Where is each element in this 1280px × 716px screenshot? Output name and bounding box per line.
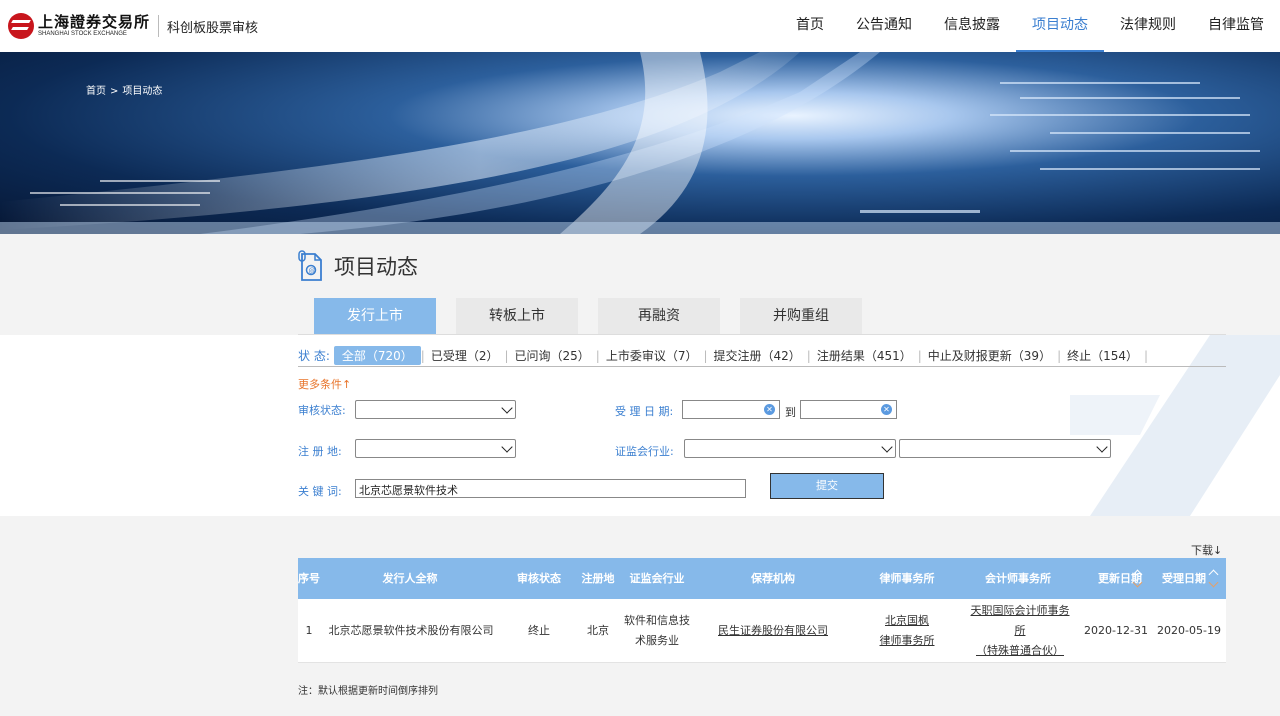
- status-all[interactable]: 全部（720）: [333, 346, 421, 365]
- logo-divider: [158, 15, 160, 37]
- tab-refinancing[interactable]: 再融资: [598, 298, 720, 335]
- th-place: 注册地: [581, 572, 615, 585]
- more-conditions-toggle[interactable]: 更多条件↑: [298, 376, 351, 392]
- logo-cn: 上海證券交易所: [38, 13, 151, 31]
- submit-button[interactable]: 提交: [770, 473, 884, 499]
- breadcrumb: 首页 > 项目动态: [86, 82, 166, 97]
- th-sponsor: 保荐机构: [751, 572, 795, 585]
- th-industry: 证监会行业: [629, 572, 685, 585]
- page-title: 项目动态: [334, 255, 418, 279]
- review-status-select[interactable]: [355, 400, 516, 419]
- keyword-input[interactable]: 北京芯愿景软件技术: [355, 479, 746, 498]
- cell-updated: 2020-12-31: [1084, 624, 1148, 637]
- review-status-label: 审核状态:: [298, 404, 346, 417]
- th-index: 序号: [298, 572, 320, 585]
- clear-icon[interactable]: ✕: [881, 404, 892, 415]
- tab-ipo[interactable]: 发行上市: [314, 298, 436, 335]
- csrc-industry-select[interactable]: [684, 439, 896, 458]
- breadcrumb-current: 项目动态: [122, 86, 163, 97]
- cell-issuer: 北京芯愿景软件技术股份有限公司: [328, 624, 494, 637]
- nav-disclosure[interactable]: 信息披露: [928, 0, 1016, 52]
- status-filter-row: 状 态: 全部（720） | 已受理（2） | 已问询（25） | 上市委审议（…: [298, 346, 1148, 365]
- accounting-firm-link[interactable]: 所: [1015, 621, 1026, 641]
- sse-logo[interactable]: 上海證券交易所 SHANGHAI STOCK EXCHANGE 科创板股票审核: [8, 12, 258, 40]
- tab-board-transfer[interactable]: 转板上市: [456, 298, 578, 335]
- table-header: 序号 发行人全称 审核状态 注册地 证监会行业 保荐机构 律师事务所 会计师事务…: [298, 558, 1226, 599]
- breadcrumb-separator: >: [110, 86, 119, 97]
- csrc-industry-label: 证监会行业:: [615, 445, 674, 458]
- nav-rules[interactable]: 法律规则: [1104, 0, 1192, 52]
- table-row: 1 北京芯愿景软件技术股份有限公司 终止 北京 软件和信息技 术服务业 民生证券…: [298, 599, 1226, 663]
- top-header: 上海證券交易所 SHANGHAI STOCK EXCHANGE 科创板股票审核 …: [0, 0, 1280, 52]
- th-law-firm: 律师事务所: [879, 572, 935, 585]
- status-underline: [298, 366, 1226, 367]
- breadcrumb-home[interactable]: 首页: [86, 86, 106, 97]
- chevron-down-icon: [1096, 441, 1108, 453]
- cell-industry-line: 术服务业: [635, 634, 679, 647]
- law-firm-link[interactable]: 律师事务所: [880, 631, 935, 651]
- date-to-label: 到: [785, 406, 796, 419]
- accept-date-end[interactable]: ✕: [800, 400, 897, 419]
- document-icon: @: [298, 250, 322, 281]
- cell-law-firm: 北京国枫 律师事务所: [868, 599, 946, 663]
- nav-self-regulation[interactable]: 自律监管: [1192, 0, 1280, 52]
- page-title-row: @ 项目动态: [298, 250, 418, 282]
- nav-project-updates[interactable]: 项目动态: [1016, 0, 1104, 52]
- chevron-down-icon: [501, 441, 513, 453]
- reg-place-select[interactable]: [355, 439, 516, 458]
- cell-industry-line: 软件和信息技: [624, 614, 690, 627]
- nav-home[interactable]: 首页: [780, 0, 840, 52]
- status-listing-committee[interactable]: 上市委审议（7）: [600, 347, 704, 364]
- category-tabs: 发行上市 转板上市 再融资 并购重组: [314, 298, 882, 335]
- tab-mergers[interactable]: 并购重组: [740, 298, 862, 335]
- sponsor-link[interactable]: 民生证券股份有限公司: [718, 621, 828, 641]
- accept-date-label: 受 理 日 期:: [615, 405, 674, 418]
- main-nav: 首页 公告通知 信息披露 项目动态 法律规则 自律监管: [780, 0, 1280, 52]
- reg-place-label: 注 册 地:: [298, 445, 342, 458]
- accounting-firm-link[interactable]: （特殊普通合伙）: [976, 641, 1064, 661]
- cell-industry: 软件和信息技 术服务业: [618, 599, 696, 663]
- law-firm-link[interactable]: 北京国枫: [885, 611, 929, 631]
- sort-icon[interactable]: [1208, 568, 1218, 588]
- cell-status: 终止: [528, 624, 550, 637]
- th-issuer: 发行人全称: [382, 572, 438, 585]
- th-accepted-label: 受理日期: [1162, 572, 1206, 585]
- status-inquired[interactable]: 已问询（25）: [509, 347, 596, 364]
- chevron-down-icon: [501, 402, 513, 414]
- sort-icon[interactable]: [1132, 568, 1142, 588]
- hero-banner: 首页 > 项目动态: [0, 52, 1280, 234]
- status-label: 状 态:: [298, 349, 330, 363]
- th-accounting-firm: 会计师事务所: [985, 572, 1051, 585]
- status-separator: |: [1144, 348, 1149, 363]
- status-terminated[interactable]: 终止（154）: [1061, 347, 1144, 364]
- cell-sponsor: 民生证券股份有限公司: [698, 599, 848, 663]
- sse-logo-icon: [8, 13, 34, 39]
- status-suspended[interactable]: 中止及财报更新（39）: [922, 347, 1057, 364]
- table-note: 注：默认根据更新时间倒序排列: [298, 686, 438, 697]
- keyword-label: 关 键 词:: [298, 485, 342, 498]
- logo-subtitle: 科创板股票审核: [167, 20, 259, 36]
- cell-accounting-firm: 天职国际会计师事务 所 （特殊普通合伙）: [958, 599, 1082, 663]
- banner-light-streaks: [0, 52, 1280, 234]
- logo-en: SHANGHAI STOCK EXCHANGE: [38, 31, 127, 37]
- chevron-down-icon: [881, 441, 893, 453]
- clear-icon[interactable]: ✕: [764, 404, 775, 415]
- status-accepted[interactable]: 已受理（2）: [425, 347, 505, 364]
- cell-index: 1: [305, 624, 313, 637]
- cell-accepted: 2020-05-19: [1157, 624, 1221, 637]
- download-link[interactable]: 下载↓: [1191, 542, 1222, 558]
- logo-text: 上海證券交易所 SHANGHAI STOCK EXCHANGE: [38, 13, 151, 38]
- nav-announcements[interactable]: 公告通知: [840, 0, 928, 52]
- accept-date-start[interactable]: ✕: [682, 400, 780, 419]
- cell-place: 北京: [587, 624, 609, 637]
- csrc-subindustry-select[interactable]: [899, 439, 1111, 458]
- svg-text:@: @: [309, 267, 316, 275]
- status-submitted-registration[interactable]: 提交注册（42）: [708, 347, 807, 364]
- accounting-firm-link[interactable]: 天职国际会计师事务: [971, 601, 1070, 621]
- th-status: 审核状态: [517, 572, 561, 585]
- status-registration-result[interactable]: 注册结果（451）: [811, 347, 918, 364]
- th-accepted[interactable]: 受理日期: [1154, 558, 1206, 599]
